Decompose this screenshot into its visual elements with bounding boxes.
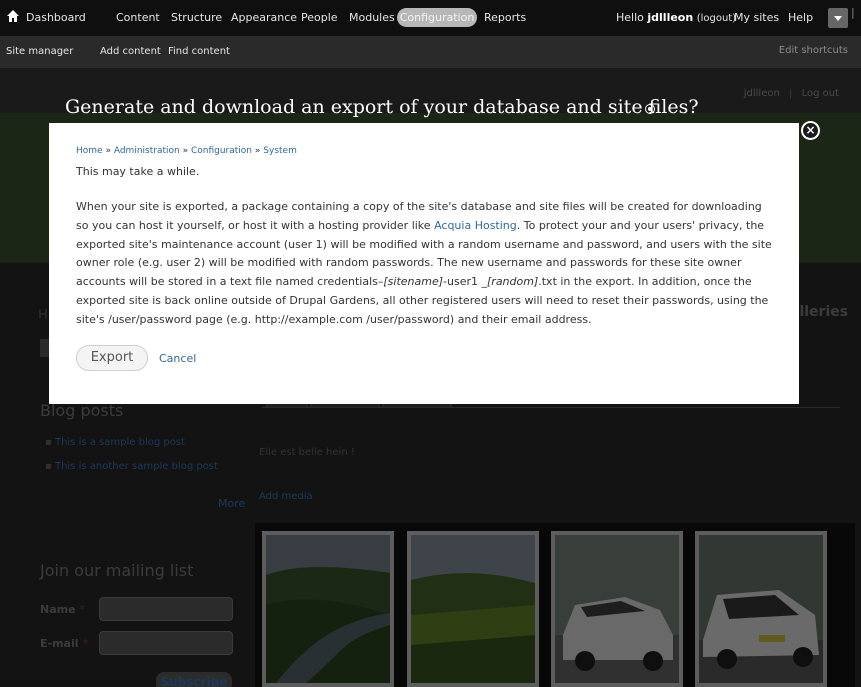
- breadcrumb-system[interactable]: System: [263, 146, 297, 156]
- shortcut-find-content[interactable]: Find content: [168, 45, 230, 58]
- export-description: When your site is exported, a package co…: [76, 198, 776, 330]
- subscribe-button[interactable]: Subscribe: [156, 672, 232, 687]
- site-user-menu-separator: |: [789, 88, 793, 99]
- toolbar-item-appearance[interactable]: Appearance: [231, 11, 297, 25]
- toolbar-edge-mark: |: [851, 6, 855, 19]
- toolbar-item-reports[interactable]: Reports: [484, 11, 526, 25]
- toolbar-toggle-button[interactable]: [828, 8, 848, 28]
- site-user-menu: jdllleon | Log out: [738, 88, 839, 99]
- faint-heading: H: [38, 308, 48, 323]
- name-label: Name *: [40, 603, 85, 616]
- acquia-hosting-link[interactable]: Acquia Hosting: [434, 219, 517, 232]
- breadcrumb: Home » Administration » Configuration » …: [76, 146, 297, 156]
- body-text: Elle est belle hein !: [259, 447, 355, 458]
- close-icon: ×: [805, 123, 816, 137]
- toolbar-item-content[interactable]: Content: [116, 11, 160, 25]
- export-note: This may take a while.: [76, 165, 200, 178]
- breadcrumb-separator: »: [105, 146, 111, 156]
- home-icon[interactable]: [6, 9, 20, 23]
- email-label-text: E-mail: [40, 637, 79, 650]
- toolbar-item-configuration[interactable]: Configuration: [397, 8, 477, 27]
- toolbar-logout-link[interactable]: (logout): [697, 13, 736, 24]
- breadcrumb-home[interactable]: Home: [76, 146, 103, 156]
- overlay-close-button[interactable]: ×: [801, 121, 820, 140]
- toolbar-main-bar: Dashboard Content Structure Appearance P…: [0, 0, 861, 36]
- shortcut-add-content[interactable]: Add content: [100, 45, 161, 58]
- export-dialog: Home » Administration » Configuration » …: [49, 123, 799, 404]
- toolbar-item-people[interactable]: People: [301, 11, 338, 25]
- edit-shortcuts-link[interactable]: Edit shortcuts: [779, 45, 848, 56]
- admin-toolbar: Dashboard Content Structure Appearance P…: [0, 0, 861, 68]
- breadcrumb-separator: »: [182, 146, 189, 156]
- toolbar-item-structure[interactable]: Structure: [171, 11, 222, 25]
- toolbar-help[interactable]: Help: [788, 11, 813, 25]
- name-label-text: Name: [40, 603, 76, 616]
- blog-more-link[interactable]: More: [218, 497, 245, 510]
- toolbar-username-link[interactable]: jdllleon: [647, 11, 693, 24]
- toolbar-item-modules[interactable]: Modules: [349, 11, 395, 25]
- cancel-link[interactable]: Cancel: [159, 352, 196, 365]
- description-placeholder: [sitename]: [383, 275, 444, 289]
- required-mark: *: [82, 637, 89, 650]
- overlay-title: Generate and download an export of your …: [65, 96, 699, 118]
- shortcut-site-manager[interactable]: Site manager: [6, 45, 73, 58]
- thumbnail-dim-layer: [255, 523, 855, 687]
- add-media-link[interactable]: Add media: [259, 491, 313, 502]
- toolbar-item-dashboard[interactable]: Dashboard: [26, 11, 86, 25]
- breadcrumb-configuration[interactable]: Configuration: [191, 146, 252, 156]
- breadcrumb-administration[interactable]: Administration: [114, 146, 180, 156]
- help-icon[interactable]: [645, 104, 655, 114]
- hello-prefix: Hello: [616, 11, 648, 24]
- blog-post-link[interactable]: This is another sample blog post: [45, 461, 218, 472]
- site-username-link[interactable]: jdllleon: [744, 88, 780, 99]
- export-button[interactable]: Export: [76, 345, 148, 371]
- toolbar-my-sites[interactable]: My sites: [734, 11, 779, 25]
- user-greeting: Hello jdllleon (logout): [616, 11, 736, 26]
- email-field[interactable]: [99, 631, 233, 655]
- required-mark: *: [79, 603, 86, 616]
- site-logout-link[interactable]: Log out: [802, 88, 839, 99]
- description-text: -user1 _: [443, 275, 487, 289]
- breadcrumb-separator: »: [254, 146, 261, 156]
- email-label: E-mail *: [40, 637, 88, 650]
- blog-post-link[interactable]: This is a sample blog post: [45, 437, 185, 448]
- description-placeholder: [random]: [487, 275, 539, 289]
- name-field[interactable]: [99, 597, 233, 621]
- mailing-list-heading: Join our mailing list: [40, 561, 194, 580]
